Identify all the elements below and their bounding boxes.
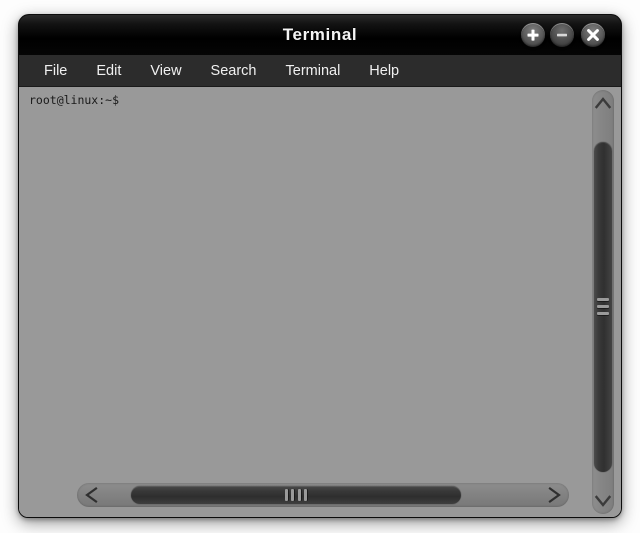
chevron-down-icon xyxy=(594,495,612,507)
close-icon xyxy=(587,29,599,41)
plus-icon xyxy=(527,29,539,41)
maximize-button[interactable] xyxy=(521,23,545,47)
menu-item-terminal[interactable]: Terminal xyxy=(275,59,352,83)
menu-item-help[interactable]: Help xyxy=(358,59,410,83)
scroll-down-button[interactable] xyxy=(592,490,614,512)
vertical-scrollbar[interactable] xyxy=(583,87,621,517)
horizontal-scrollbar-thumb[interactable] xyxy=(131,486,461,504)
terminal-body: root@linux:~$ xyxy=(19,87,621,517)
minimize-button[interactable] xyxy=(550,23,574,47)
menu-item-file[interactable]: File xyxy=(33,59,78,83)
menu-item-view[interactable]: View xyxy=(139,59,192,83)
window-titlebar[interactable]: Terminal xyxy=(19,15,621,55)
scroll-right-button[interactable] xyxy=(541,483,567,507)
horizontal-scrollbar-grip xyxy=(285,489,307,501)
horizontal-scrollbar[interactable] xyxy=(19,475,583,517)
scroll-left-button[interactable] xyxy=(79,483,105,507)
chevron-up-icon xyxy=(594,97,612,109)
menu-item-search[interactable]: Search xyxy=(200,59,268,83)
terminal-window: Terminal File Edit View Search Terminal … xyxy=(18,14,622,518)
horizontal-scrollbar-trough[interactable] xyxy=(77,483,569,507)
terminal-prompt-line: root@linux:~$ xyxy=(29,93,120,107)
minus-icon xyxy=(557,33,567,37)
vertical-scrollbar-trough[interactable] xyxy=(592,90,614,514)
chevron-left-icon xyxy=(85,486,98,504)
menubar: File Edit View Search Terminal Help xyxy=(19,55,621,87)
vertical-scrollbar-thumb[interactable] xyxy=(594,142,612,472)
scroll-up-button[interactable] xyxy=(592,92,614,114)
terminal-text-area[interactable]: root@linux:~$ xyxy=(19,87,583,475)
close-button[interactable] xyxy=(581,23,605,47)
desktop-background: Terminal File Edit View Search Terminal … xyxy=(0,0,640,533)
vertical-scrollbar-grip xyxy=(597,298,609,316)
chevron-right-icon xyxy=(548,486,561,504)
menu-item-edit[interactable]: Edit xyxy=(85,59,132,83)
